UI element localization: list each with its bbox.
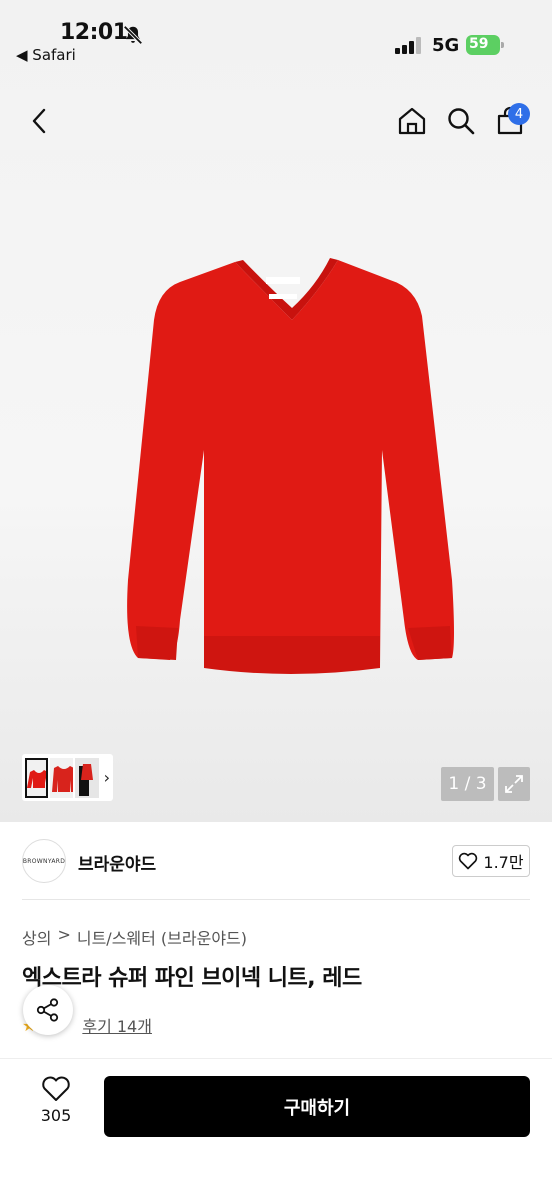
- share-icon: [36, 998, 59, 1022]
- thumbnail-2[interactable]: [50, 757, 74, 798]
- cart-count-badge: 4: [508, 103, 530, 125]
- expand-icon: [505, 775, 523, 793]
- bell-slash-icon: [123, 25, 143, 45]
- wishlist-button[interactable]: 305: [30, 1076, 82, 1136]
- divider: [22, 899, 530, 900]
- network-type: 5G: [432, 35, 460, 56]
- like-count: 1.7만: [483, 853, 524, 872]
- signal-icon: [395, 37, 421, 54]
- bottom-bar-divider: [0, 1058, 552, 1059]
- brand-logo[interactable]: BROWNYARD: [22, 839, 66, 883]
- page-indicator: 1 / 3: [441, 767, 494, 801]
- heart-icon: [42, 1076, 70, 1101]
- like-button[interactable]: 1.7만: [452, 845, 530, 877]
- heart-icon: [459, 852, 478, 870]
- product-gallery[interactable]: 12:01 ◀ Safari 5G 59 4 › 1 / 3: [0, 0, 552, 822]
- garment-label: [266, 277, 300, 284]
- product-title: 엑스트라 슈퍼 파인 브이넥 니트, 레드: [22, 966, 362, 991]
- breadcrumb-separator: >: [57, 925, 71, 944]
- search-button[interactable]: [441, 101, 481, 141]
- product-image[interactable]: [120, 250, 460, 710]
- battery-icon: 59: [466, 35, 504, 55]
- buy-button[interactable]: 구매하기: [104, 1076, 530, 1137]
- breadcrumb-category[interactable]: 상의: [22, 925, 51, 949]
- back-to-safari[interactable]: ◀ Safari: [16, 46, 76, 64]
- thumbnail-1[interactable]: [25, 757, 49, 798]
- expand-button[interactable]: [498, 767, 530, 801]
- share-button[interactable]: [23, 985, 73, 1035]
- wishlist-count: 305: [40, 1106, 72, 1125]
- back-button[interactable]: [20, 101, 60, 141]
- thumbnail-3[interactable]: [75, 757, 99, 798]
- brand-name[interactable]: 브라운야드: [78, 850, 156, 875]
- search-icon: [448, 108, 475, 135]
- chevron-right-icon[interactable]: ›: [104, 768, 110, 787]
- breadcrumb: 상의 > 니트/스웨터 (브라운야드): [22, 925, 247, 949]
- status-time: 12:01: [60, 20, 128, 45]
- thumbnail-strip[interactable]: ›: [22, 754, 113, 801]
- reviews-link[interactable]: 후기 14개: [82, 1013, 152, 1037]
- home-icon: [398, 107, 426, 135]
- home-button[interactable]: [392, 101, 432, 141]
- breadcrumb-subcategory[interactable]: 니트/스웨터 (브라운야드): [77, 925, 247, 949]
- chevron-left-icon: [32, 108, 46, 134]
- status-bar: 12:01 ◀ Safari 5G 59: [0, 0, 552, 70]
- battery-level: 59: [469, 36, 489, 52]
